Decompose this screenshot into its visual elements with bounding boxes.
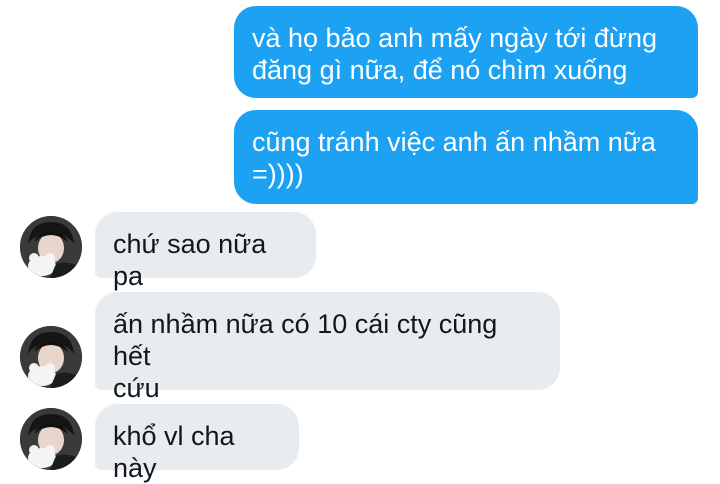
message-text-line: cứu xyxy=(113,373,160,403)
message-text-line: đăng gì nữa, để nó chìm xuống xyxy=(252,55,628,85)
sent-message-bubble[interactable]: và họ bảo anh mấy ngày tới đừng đăng gì … xyxy=(234,6,698,98)
received-message-bubble[interactable]: ấn nhầm nữa có 10 cái cty cũng hết cứu xyxy=(95,292,560,403)
received-message-bubble[interactable]: khổ vl cha này xyxy=(95,404,299,483)
conversation-view: và họ bảo anh mấy ngày tới đừng đăng gì … xyxy=(0,0,720,483)
received-message-bubble[interactable]: chứ sao nữa pa xyxy=(95,212,316,291)
message-text-line: =)))) xyxy=(252,159,304,189)
sent-message-bubble[interactable]: cũng tránh việc anh ấn nhầm nữa =)))) xyxy=(234,110,698,204)
sender-avatar-icon[interactable] xyxy=(20,408,82,470)
message-text-line: ấn nhầm nữa có 10 cái cty cũng hết xyxy=(113,309,498,371)
message-text-line: cũng tránh việc anh ấn nhầm nữa xyxy=(252,127,656,157)
sender-avatar-icon[interactable] xyxy=(20,326,82,388)
message-text-line: và họ bảo anh mấy ngày tới đừng xyxy=(252,23,658,53)
message-text-line: chứ sao nữa pa xyxy=(113,229,267,291)
message-text-line: khổ vl cha này xyxy=(113,421,235,483)
sender-avatar-icon[interactable] xyxy=(20,216,82,278)
